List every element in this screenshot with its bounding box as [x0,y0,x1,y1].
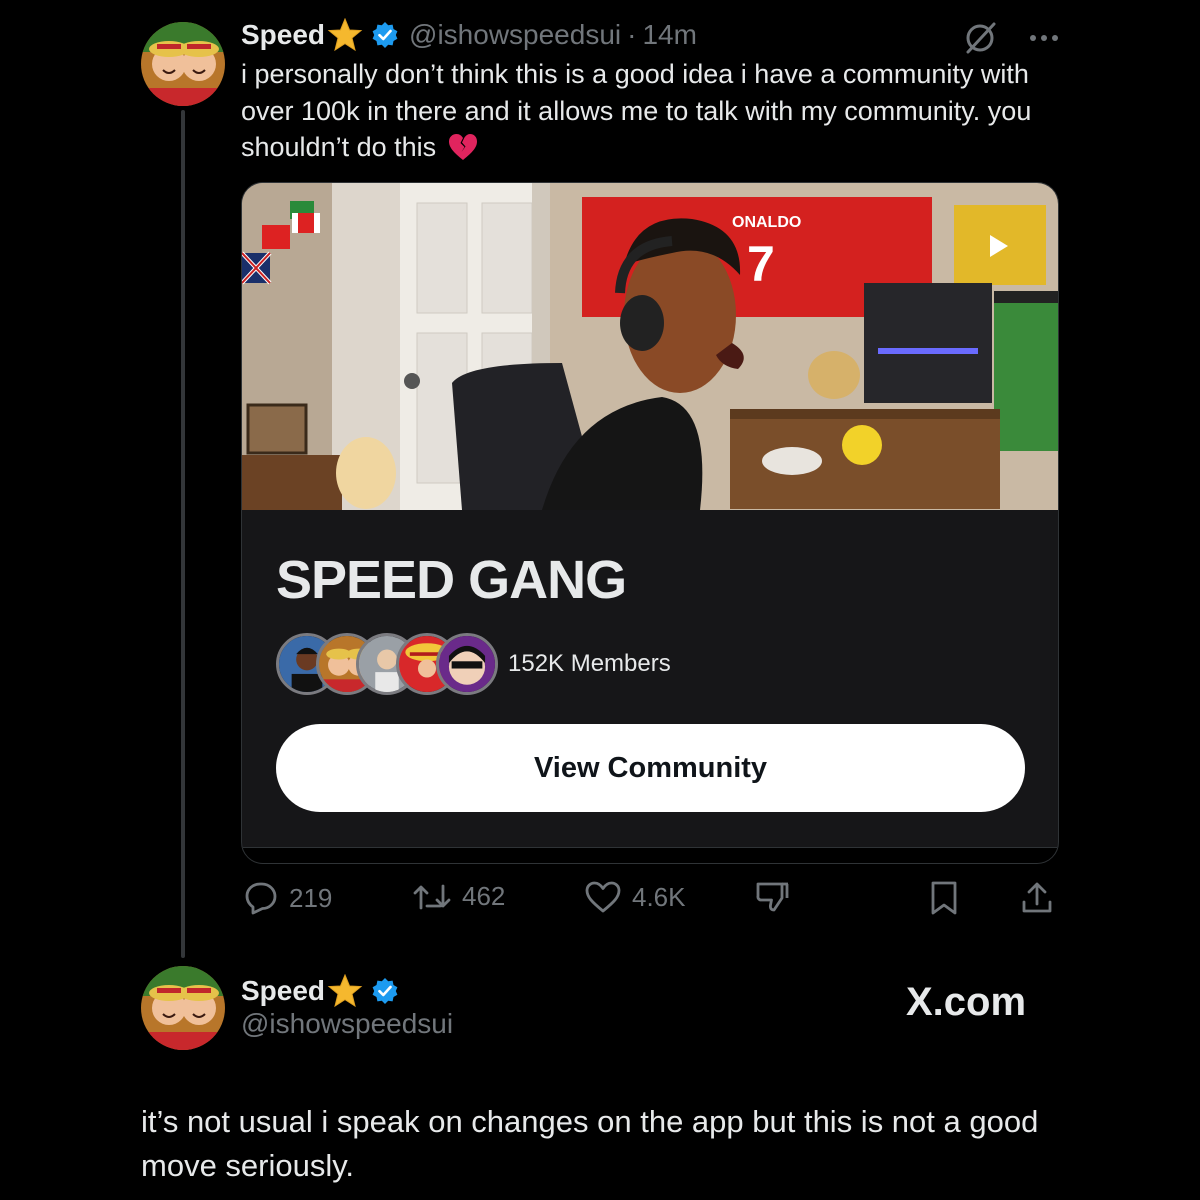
banner-jersey-number: 7 [747,236,775,292]
repost-count: 462 [462,880,506,911]
tweet-header: Speed @ishowspeedsui · 14m [241,17,697,52]
x-com-watermark: X.com [906,980,1027,1024]
community-title[interactable]: SPEED GANG [276,549,627,611]
author-display-name[interactable]: Speed [241,19,325,51]
member-avatar-stack [276,633,498,695]
quote-header: Speed [241,973,399,1008]
author-avatar[interactable] [141,22,225,106]
banner-jersey-text: ONALDO [732,214,801,231]
view-community-button[interactable]: View Community [276,724,1025,812]
reply-icon [245,882,277,915]
avatar-image [141,22,225,106]
quote-author-handle[interactable]: @ishowspeedsui [241,1008,453,1040]
repost-icon [413,884,451,910]
card-footer-strip [242,847,1058,863]
dislike-icon [756,882,789,912]
avatar-image [141,966,225,1050]
community-banner-image: ONALDO 7 [242,183,1058,510]
tweet-body: i personally don’t think this is a good … [241,56,1061,166]
reply-count: 219 [289,882,333,913]
more-options-icon[interactable] [1028,33,1060,43]
member-avatar [436,633,498,695]
author-handle[interactable]: @ishowspeedsui [409,19,621,51]
quote-author-avatar[interactable] [141,966,225,1050]
quote-author-display-name[interactable]: Speed [241,975,325,1007]
tweet-top-actions [960,18,1060,58]
separator-dot: · [627,19,637,50]
heart-icon [585,881,621,913]
tweet-timestamp[interactable]: 14m [642,19,696,51]
tweet-text: i personally don’t think this is a good … [241,59,1032,162]
verified-badge-icon[interactable] [371,21,399,49]
bookmark-action[interactable] [928,880,970,916]
grok-icon[interactable] [960,18,1000,58]
verified-badge-icon[interactable] [371,977,399,1005]
thread-connector-line [181,110,185,958]
like-count: 4.6K [632,881,686,912]
reply-action[interactable]: 219 [243,880,332,916]
quote-text: it’s not usual i speak on changes on the… [141,1104,1039,1183]
dislike-action[interactable] [754,880,800,914]
bookmark-icon [931,881,957,915]
star-icon [327,17,363,52]
broken-heart-icon [448,133,478,161]
repost-action[interactable]: 462 [412,880,505,912]
share-icon [1022,882,1052,913]
star-icon [327,973,363,1008]
like-action[interactable]: 4.6K [584,880,686,914]
community-members-count[interactable]: 152K Members [508,650,671,678]
share-action[interactable] [1020,880,1064,916]
community-members-row: 152K Members [276,633,671,695]
community-card[interactable]: ONALDO 7 SPEED GANG 152K Members View Co… [241,182,1059,864]
